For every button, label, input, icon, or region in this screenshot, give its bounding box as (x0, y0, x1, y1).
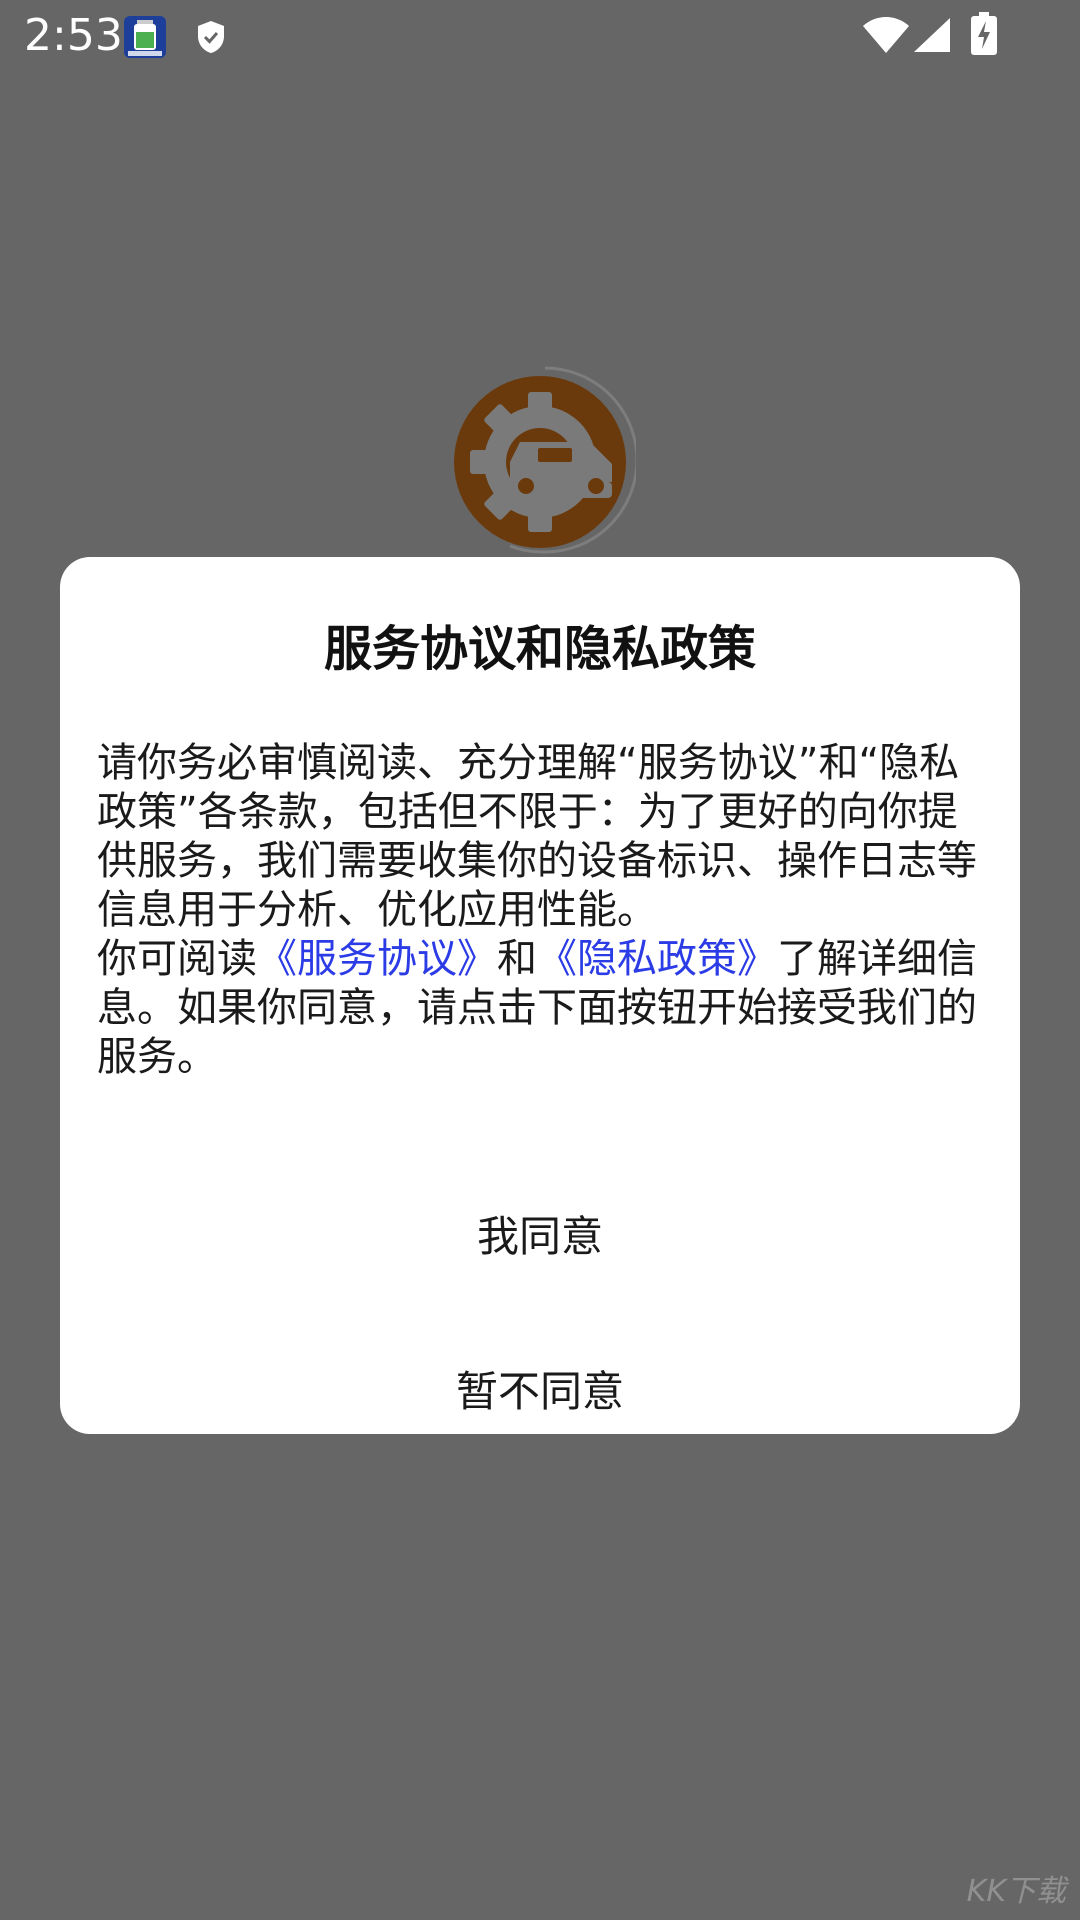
status-time: 2:53 (24, 10, 123, 61)
shield-icon (198, 21, 224, 53)
dialog-body-paragraph: 你可阅读《服务协议》和《隐私政策》了解详细信息。如果你同意，请点击下面按钮开始接… (97, 935, 987, 1082)
privacy-dialog: 服务协议和隐私政策 请你务必审慎阅读、充分理解“服务协议”和“隐私政策”各条款，… (60, 557, 1020, 1434)
watermark: KK下载 (966, 1874, 1066, 1909)
wifi-icon (863, 17, 909, 53)
cell-signal-icon (914, 18, 950, 52)
disagree-button[interactable]: 暂不同意 (60, 1332, 1020, 1452)
dialog-title: 服务协议和隐私政策 (323, 621, 756, 677)
app-notification-icon (124, 16, 166, 58)
body-text: 和 (497, 936, 537, 982)
service-agreement-link[interactable]: 《服务协议》 (257, 936, 497, 982)
privacy-policy-link[interactable]: 《隐私政策》 (537, 936, 777, 982)
body-text: 你可阅读 (97, 936, 257, 982)
screen: 2:53 服务协议和隐私政策 请你务必审慎阅读、充分理解“服务协议”和“隐私政策… (0, 0, 1080, 1920)
dialog-body: 请你务必审慎阅读、充分理解“服务协议”和“隐私政策”各条款，包括但不限于：为了更… (97, 739, 987, 1082)
status-bar: 2:53 (0, 0, 1080, 72)
battery-charging-icon (971, 12, 997, 55)
agree-button[interactable]: 我同意 (60, 1177, 1020, 1297)
dialog-body-paragraph: 请你务必审慎阅读、充分理解“服务协议”和“隐私政策”各条款，包括但不限于：为了更… (97, 740, 977, 933)
gear-car-icon (454, 366, 636, 554)
